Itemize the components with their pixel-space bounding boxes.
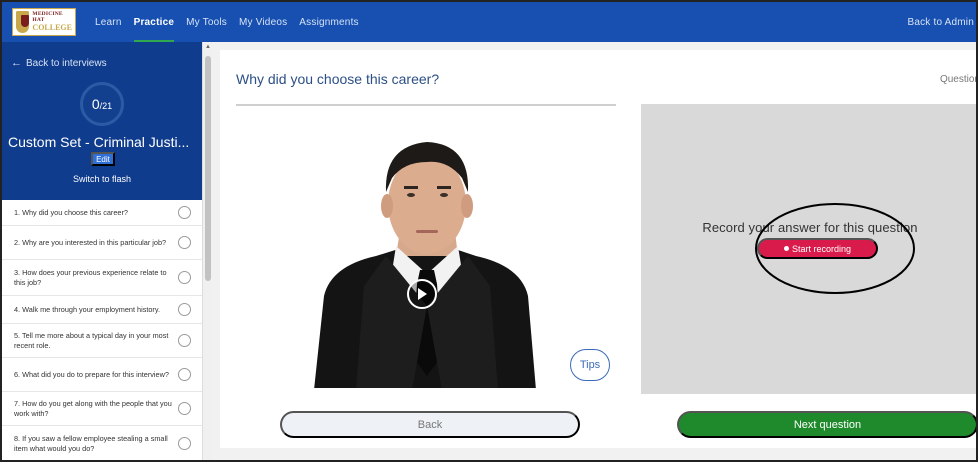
record-answer-panel: Record your answer for this question Sta… bbox=[641, 104, 976, 394]
question-status-radio[interactable] bbox=[178, 437, 191, 450]
question-title: Why did you choose this career? bbox=[236, 71, 440, 87]
question-item[interactable]: 2. Why are you interested in this partic… bbox=[2, 226, 202, 260]
question-item[interactable]: 1. Why did you choose this career? bbox=[2, 200, 202, 226]
question-status-radio[interactable] bbox=[178, 334, 191, 347]
question-item[interactable]: 8. If you saw a fellow employee stealing… bbox=[2, 426, 202, 460]
start-recording-label: Start recording bbox=[791, 243, 852, 254]
scrollbar-thumb[interactable] bbox=[205, 56, 211, 281]
question-text: 1. Why did you choose this career? bbox=[14, 207, 128, 217]
question-item[interactable]: 6. What did you do to prepare for this i… bbox=[2, 358, 202, 392]
app-window: MEDICINE HAT COLLEGE Learn Practice My T… bbox=[0, 0, 978, 462]
next-question-button[interactable]: Next question bbox=[677, 411, 976, 438]
back-button[interactable]: Back bbox=[280, 411, 580, 438]
play-icon bbox=[418, 288, 427, 300]
question-item[interactable]: 4. Walk me through your employment histo… bbox=[2, 296, 202, 324]
college-logo[interactable]: MEDICINE HAT COLLEGE bbox=[12, 8, 76, 36]
question-status-radio[interactable] bbox=[178, 402, 191, 415]
question-status-radio[interactable] bbox=[178, 236, 191, 249]
question-status-radio[interactable] bbox=[178, 368, 191, 381]
question-item[interactable]: 3. How does your previous experience rel… bbox=[2, 260, 202, 296]
switch-to-flash-link[interactable]: Switch to flash bbox=[2, 174, 202, 184]
arrow-left-icon: ← bbox=[11, 57, 22, 69]
question-text: 7. How do you get along with the people … bbox=[14, 398, 172, 418]
start-recording-button[interactable]: Start recording bbox=[757, 238, 878, 259]
question-text: 3. How does your previous experience rel… bbox=[14, 267, 167, 287]
play-button[interactable] bbox=[407, 279, 437, 309]
question-counter: Question bbox=[939, 74, 978, 85]
sidebar-header: ← Back to interviews 0 /21 Custom Set - … bbox=[2, 42, 202, 200]
question-list: 1. Why did you choose this career? 2. Wh… bbox=[2, 200, 202, 460]
interviewer-image bbox=[236, 106, 616, 388]
interview-panel: Why did you choose this career? Question bbox=[220, 50, 978, 448]
crest-icon bbox=[16, 11, 30, 33]
set-title: Custom Set - Criminal Justi... bbox=[8, 134, 190, 150]
nav-assignments[interactable]: Assignments bbox=[299, 2, 358, 42]
record-prompt: Record your answer for this question bbox=[702, 220, 918, 235]
progress-counter: 0 /21 bbox=[80, 82, 124, 126]
sidebar-scrollbar[interactable]: ▲ bbox=[202, 42, 212, 460]
interviewer-video[interactable]: Tips bbox=[236, 104, 616, 388]
logo-text-line1: MEDICINE HAT bbox=[32, 11, 63, 23]
scroll-up-arrow-icon[interactable]: ▲ bbox=[204, 43, 212, 51]
nav-my-videos[interactable]: My Videos bbox=[239, 2, 287, 42]
main-nav: Learn Practice My Tools My Videos Assign… bbox=[95, 2, 371, 42]
question-text: 4. Walk me through your employment histo… bbox=[14, 304, 160, 314]
nav-practice[interactable]: Practice bbox=[133, 2, 175, 42]
tips-button[interactable]: Tips bbox=[570, 349, 610, 381]
sidebar: ← Back to interviews 0 /21 Custom Set - … bbox=[2, 42, 202, 460]
nav-my-tools[interactable]: My Tools bbox=[186, 2, 227, 42]
top-navbar: MEDICINE HAT COLLEGE Learn Practice My T… bbox=[2, 2, 976, 42]
question-text: 2. Why are you interested in this partic… bbox=[14, 237, 167, 247]
back-to-interviews-label: Back to interviews bbox=[26, 57, 107, 69]
edit-button[interactable]: Edit bbox=[91, 152, 115, 166]
question-status-radio[interactable] bbox=[178, 303, 191, 316]
question-status-radio[interactable] bbox=[178, 271, 191, 284]
question-text: 6. What did you do to prepare for this i… bbox=[14, 369, 169, 379]
question-text: 5. Tell me more about a typical day in y… bbox=[14, 330, 169, 350]
question-status-radio[interactable] bbox=[178, 206, 191, 219]
logo-text-line2: COLLEGE bbox=[32, 23, 72, 32]
back-to-admin-link[interactable]: Back to Admin bbox=[907, 2, 974, 42]
progress-total: /21 bbox=[99, 101, 113, 111]
question-item[interactable]: 7. How do you get along with the people … bbox=[2, 392, 202, 426]
back-to-interviews-link[interactable]: ← Back to interviews bbox=[11, 57, 107, 69]
progress-completed: 0 bbox=[91, 96, 100, 112]
record-dot-icon bbox=[783, 246, 789, 251]
question-text: 8. If you saw a fellow employee stealing… bbox=[14, 433, 168, 453]
question-item[interactable]: 5. Tell me more about a typical day in y… bbox=[2, 324, 202, 358]
nav-learn[interactable]: Learn bbox=[95, 2, 122, 42]
